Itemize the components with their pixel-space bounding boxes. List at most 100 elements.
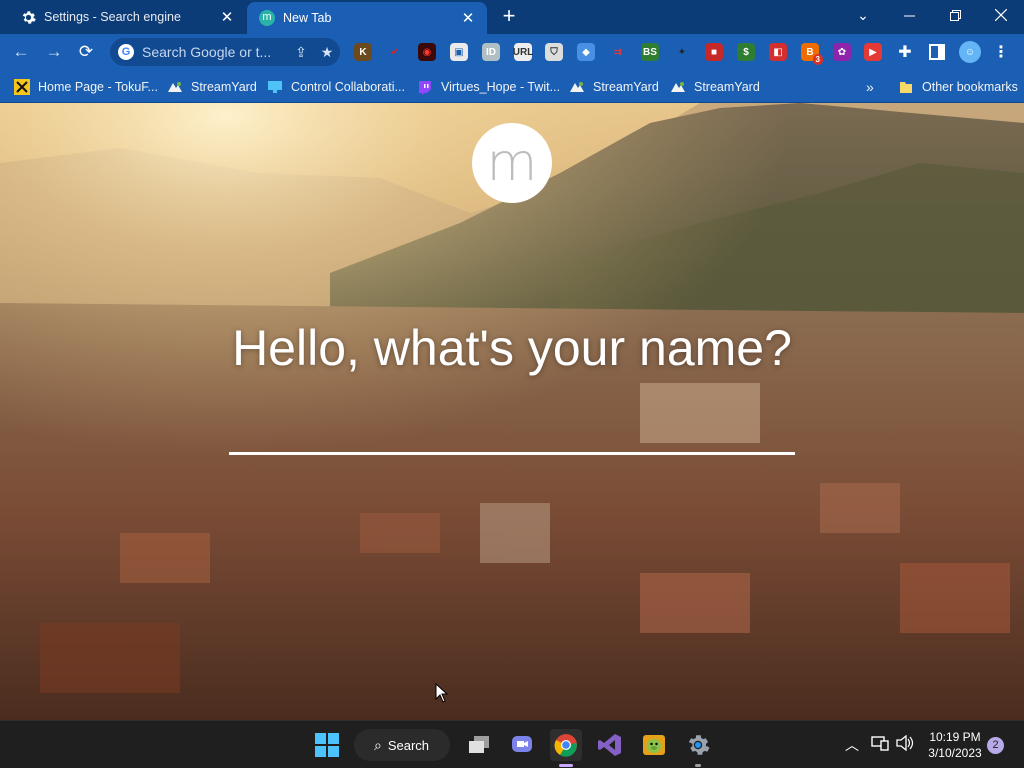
- honey-extension-icon[interactable]: ✿: [833, 43, 851, 61]
- bookmark-item[interactable]: StreamYard: [569, 76, 659, 98]
- reload-icon: ⟳: [78, 42, 94, 61]
- extension-badge: 3: [812, 54, 823, 65]
- extension-glyph: ■: [710, 46, 718, 58]
- bookmark-item[interactable]: Virtues_Hope - Twit...: [417, 76, 560, 98]
- tokufu-icon: [14, 79, 30, 95]
- puzzle-icon[interactable]: ✚: [896, 43, 914, 61]
- volume-icon[interactable]: [896, 734, 914, 754]
- streamyard-icon: [569, 79, 585, 95]
- extension-glyph: ⇉: [613, 46, 623, 58]
- check-extension-icon[interactable]: ✔: [386, 43, 404, 61]
- settings-taskbar-button[interactable]: [682, 729, 714, 767]
- doc-extension-icon[interactable]: ▣: [450, 43, 468, 61]
- k-extension-icon[interactable]: K: [354, 43, 372, 61]
- close-window-button[interactable]: [978, 0, 1024, 30]
- share-icon[interactable]: ⇪: [288, 44, 314, 61]
- clock-time: 10:19 PM: [929, 730, 981, 744]
- greeting-heading: Hello, what's your name?: [232, 320, 792, 376]
- running-app-indicator: [695, 764, 701, 767]
- extension-glyph: ID: [486, 46, 496, 58]
- side-panel-icon: [929, 44, 945, 60]
- visual-studio-icon: [598, 734, 621, 756]
- taskbar: ⌕ Search ︿ 10:19 PM 3/10/2023 2: [0, 720, 1024, 768]
- restore-icon: [949, 9, 961, 21]
- search-label: Search: [387, 737, 430, 753]
- tab-search-icon[interactable]: ⌄: [840, 0, 886, 30]
- minimize-icon: [903, 15, 915, 16]
- new-tab-page: m Hello, what's your name?: [0, 103, 1024, 720]
- restore-button[interactable]: [932, 0, 978, 30]
- arrow-right-icon: →: [45, 42, 63, 61]
- id-extension-icon[interactable]: ID: [482, 43, 500, 61]
- network-icon[interactable]: [871, 735, 889, 754]
- bookmark-label: StreamYard: [191, 80, 257, 94]
- bookmark-label: Home Page - TokuF...: [38, 80, 158, 94]
- arrow-extension-icon[interactable]: ⇉: [609, 43, 627, 61]
- task-view-button[interactable]: [463, 729, 495, 761]
- record-extension-icon[interactable]: ◉: [418, 43, 436, 61]
- game-app-button[interactable]: [638, 729, 670, 761]
- settings-gear-icon: [688, 735, 710, 755]
- bookmark-item[interactable]: StreamYard: [670, 76, 760, 98]
- new-tab-button[interactable]: +: [499, 5, 519, 27]
- puzzle-blue-extension-icon[interactable]: ◆: [577, 43, 595, 61]
- show-hidden-icons-chevron-icon[interactable]: ︿: [845, 735, 859, 755]
- screenshot-extension-icon[interactable]: ◧: [769, 43, 787, 61]
- extension-glyph: ▣: [454, 46, 464, 58]
- windows-icon: [315, 733, 339, 757]
- streamyard-icon: [167, 79, 183, 95]
- system-clock[interactable]: 10:19 PM 3/10/2023: [920, 729, 990, 761]
- bookmark-label: Other bookmarks: [922, 80, 1018, 94]
- teams-chat-button[interactable]: [506, 729, 538, 761]
- bookmark-star-icon[interactable]: ★: [314, 44, 340, 61]
- back-button[interactable]: ←: [7, 38, 35, 66]
- tab-new-tab[interactable]: m New Tab ✕: [247, 2, 487, 34]
- badge-extension-icon[interactable]: B3: [801, 43, 823, 65]
- browser-toolbar: ← → ⟳ G Search Google or t... ⇪ ★ K ✔ ◉ ▣ ID…: [0, 34, 1024, 70]
- pig-game-icon: [643, 735, 665, 755]
- close-tab-icon[interactable]: ✕: [218, 8, 236, 26]
- address-bar[interactable]: G Search Google or t... ⇪ ★: [110, 38, 340, 66]
- tab-settings[interactable]: Settings - Search engine ✕: [0, 0, 246, 34]
- bookmark-item[interactable]: Control Collaborati...: [267, 76, 405, 98]
- bookmark-item[interactable]: StreamYard: [167, 76, 257, 98]
- forward-button[interactable]: →: [40, 38, 68, 66]
- extension-glyph: ⛉: [550, 46, 558, 58]
- youtube-extension-icon[interactable]: ▶: [864, 43, 882, 61]
- other-bookmarks-folder[interactable]: Other bookmarks: [898, 76, 1018, 98]
- pin-extension-icon[interactable]: ✦: [673, 43, 691, 61]
- minimize-button[interactable]: [886, 0, 932, 30]
- twitch-icon: [417, 79, 433, 95]
- profile-avatar[interactable]: ☺: [959, 41, 981, 63]
- extension-glyph: K: [359, 46, 367, 58]
- active-app-indicator: [559, 764, 573, 767]
- url-extension-icon[interactable]: URL: [512, 43, 534, 61]
- menu-kebab-icon[interactable]: ⋮: [992, 43, 1010, 61]
- chrome-taskbar-button[interactable]: [550, 729, 582, 767]
- bookmark-item[interactable]: Home Page - TokuF...: [14, 76, 158, 98]
- red-extension-icon[interactable]: ■: [705, 43, 723, 61]
- extension-glyph: ▶: [869, 46, 877, 58]
- shield-extension-icon[interactable]: ⛉: [545, 43, 563, 61]
- notification-badge[interactable]: 2: [987, 737, 1004, 754]
- reload-button[interactable]: ⟳: [72, 38, 100, 66]
- close-tab-icon[interactable]: ✕: [459, 9, 477, 27]
- taskbar-search[interactable]: ⌕ Search: [354, 729, 450, 761]
- chrome-icon: [554, 734, 577, 757]
- extension-glyph: ◧: [773, 46, 783, 58]
- more-bookmarks-chevron-icon[interactable]: »: [866, 76, 874, 98]
- dollar-extension-icon[interactable]: $: [737, 43, 755, 61]
- extension-glyph: URL: [512, 46, 534, 58]
- side-panel-button[interactable]: [928, 43, 946, 61]
- extension-glyph: BS: [643, 46, 657, 58]
- name-input[interactable]: [229, 403, 795, 455]
- visual-studio-button[interactable]: [594, 729, 626, 761]
- start-button[interactable]: [311, 729, 343, 761]
- streamyard-icon: [670, 79, 686, 95]
- momentum-logo: m: [472, 123, 552, 203]
- momentum-icon: m: [259, 10, 275, 26]
- extension-glyph: ✦: [677, 46, 687, 58]
- bookmark-label: StreamYard: [694, 80, 760, 94]
- bs-extension-icon[interactable]: BS: [641, 43, 659, 61]
- extension-glyph: ◆: [582, 46, 590, 58]
